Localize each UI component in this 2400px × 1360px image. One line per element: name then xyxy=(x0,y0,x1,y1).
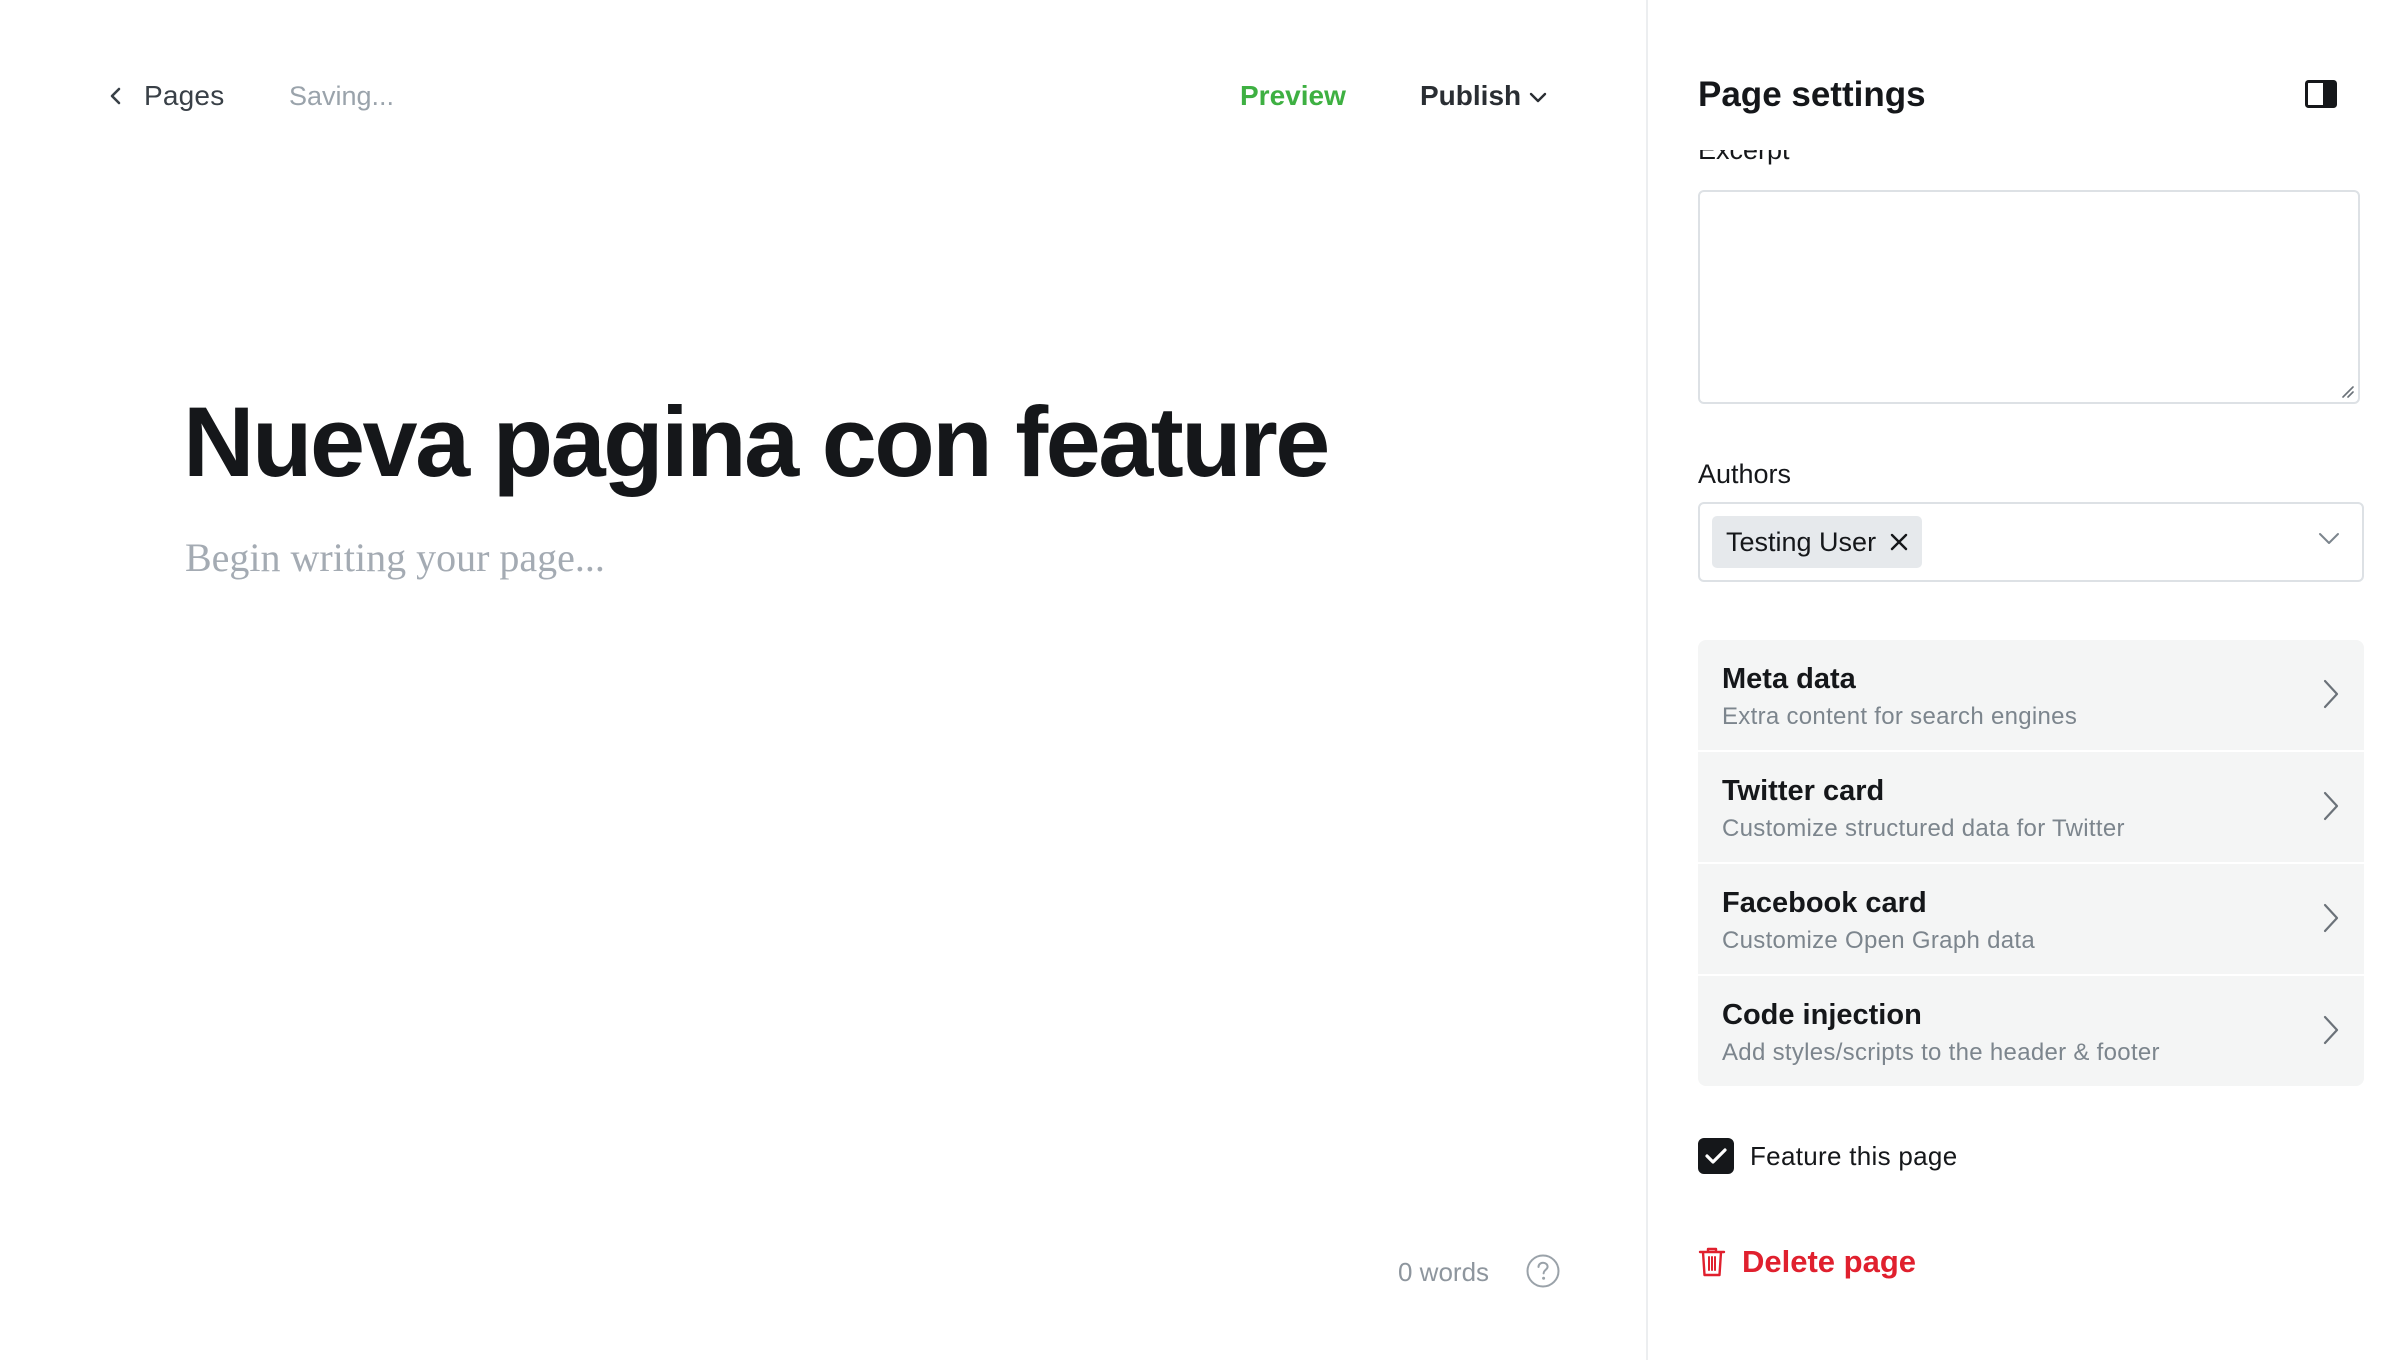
word-count: 0 words xyxy=(1398,1257,1490,1287)
chevron-right-icon xyxy=(2323,791,2339,821)
check-icon xyxy=(1705,1148,1727,1164)
excerpt-textarea[interactable] xyxy=(1698,190,2360,404)
chevron-down-icon xyxy=(1529,92,1547,103)
save-status: Saving... xyxy=(289,81,395,111)
publish-button-label: Publish xyxy=(1420,80,1522,111)
nav-item-twitter-card[interactable]: Twitter card Customize structured data f… xyxy=(1698,752,2364,862)
page-title-input[interactable]: Nueva pagina con feature xyxy=(183,382,1330,502)
editor-pane: Pages Saving... Preview Publish Nueva pa… xyxy=(0,0,1646,1360)
delete-page-button[interactable]: Delete page xyxy=(1698,1244,1916,1280)
nav-item-title: Meta data xyxy=(1722,663,1856,695)
nav-item-subtitle: Extra content for search engines xyxy=(1722,703,2078,730)
chevron-right-icon xyxy=(2323,679,2339,709)
nav-item-title: Code injection xyxy=(1722,999,1922,1031)
panel-title: Page settings xyxy=(1698,75,1926,114)
nav-item-subtitle: Add styles/scripts to the header & foote… xyxy=(1722,1039,2160,1066)
chevron-right-icon xyxy=(2323,1015,2339,1045)
nav-item-subtitle: Customize structured data for Twitter xyxy=(1722,815,2125,842)
sidebar-toggle-icon[interactable] xyxy=(2305,80,2337,108)
chevron-right-icon xyxy=(2323,903,2339,933)
nav-item-code-injection[interactable]: Code injection Add styles/scripts to the… xyxy=(1698,976,2364,1086)
nav-item-title: Facebook card xyxy=(1722,887,1927,919)
nav-item-title: Twitter card xyxy=(1722,775,1885,807)
chevron-down-icon xyxy=(2319,533,2339,544)
nav-item-facebook-card[interactable]: Facebook card Customize Open Graph data xyxy=(1698,864,2364,974)
chevron-left-icon xyxy=(110,87,121,105)
settings-nav-list: Meta data Extra content for search engin… xyxy=(1698,640,2364,1086)
feature-checkbox[interactable] xyxy=(1698,1138,1734,1174)
nav-item-subtitle: Customize Open Graph data xyxy=(1722,927,2035,954)
author-token: Testing User xyxy=(1712,516,1923,568)
back-to-pages-link[interactable]: Pages xyxy=(108,78,224,114)
resize-grip-icon[interactable] xyxy=(2340,384,2354,398)
page-body-editor[interactable]: Begin writing your page... xyxy=(185,530,605,586)
authors-select[interactable]: Testing User xyxy=(1698,502,2364,582)
close-icon[interactable] xyxy=(1890,533,1908,551)
trash-icon xyxy=(1698,1247,1726,1277)
author-name: Testing User xyxy=(1726,526,1877,557)
delete-page-label: Delete page xyxy=(1742,1244,1917,1279)
question-circle-icon[interactable] xyxy=(1526,1254,1560,1288)
editor-topbar: Pages Saving... Preview Publish xyxy=(0,0,1646,195)
preview-button[interactable]: Preview xyxy=(1240,76,1346,116)
nav-item-meta-data[interactable]: Meta data Extra content for search engin… xyxy=(1698,640,2364,750)
feature-page-toggle[interactable]: Feature this page xyxy=(1698,1138,1957,1174)
excerpt-label: Excerpt xyxy=(1698,150,1790,165)
publish-button[interactable]: Publish xyxy=(1420,76,1547,116)
authors-label: Authors xyxy=(1698,459,1792,489)
page-settings-panel: Page settings Excerpt Authors Testing Us… xyxy=(1646,0,2400,1360)
back-link-label: Pages xyxy=(144,80,225,111)
feature-checkbox-label: Feature this page xyxy=(1750,1140,1958,1171)
